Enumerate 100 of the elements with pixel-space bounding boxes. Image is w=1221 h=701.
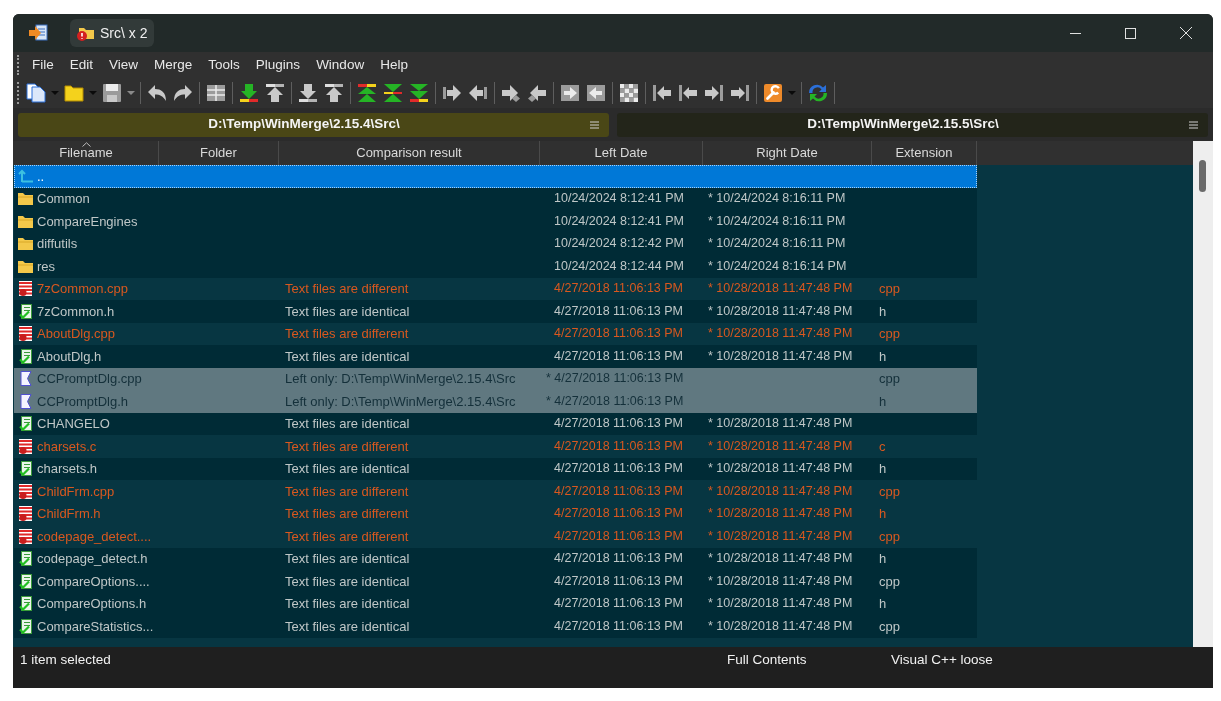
caret-down-icon (127, 91, 135, 95)
right-arrow-icon (704, 83, 724, 103)
menu-icon[interactable] (590, 120, 599, 129)
maximize-icon (1125, 27, 1136, 39)
close-icon (1179, 27, 1192, 39)
redo-arrow-icon (173, 83, 193, 103)
right-date-cell: * 10/28/2018 11:47:48 PM (708, 303, 853, 318)
right-date-cell: * 10/28/2018 11:47:48 PM (708, 528, 853, 543)
file-name: CHANGELO (37, 415, 110, 433)
file-row[interactable]: CompareOptions.h Text files are identical 4/27/2018 11:06:13 PM * 10/28/2018 11:47:48 PM h (14, 592, 977, 615)
document-check-icon (19, 573, 32, 589)
result-cell: Text files are identical (285, 303, 410, 319)
file-name: CCPromptDlg.cpp (37, 370, 142, 388)
file-row[interactable]: charsets.h Text files are identical 4/27/2018 11:06:13 PM * 10/28/2018 11:47:48 PM h (14, 457, 977, 480)
extension-cell: h (879, 551, 887, 566)
file-name: CompareStatistics... (37, 617, 154, 636)
file-name: AboutDlg.cpp (37, 325, 116, 343)
extension-cell: h (879, 596, 887, 611)
up-arrow-icon (265, 83, 285, 103)
right-date-cell: * 10/28/2018 11:47:48 PM (708, 483, 853, 498)
extension-cell: cpp (879, 281, 900, 296)
extension-cell: cpp (879, 371, 900, 386)
file-row[interactable]: 7zCommon.h Text files are identical 4/27/2018 11:06:13 PM * 10/28/2018 11:47:48 PM h (14, 300, 977, 323)
left-arrow-icon (468, 83, 488, 103)
left-arrow-icon (652, 83, 672, 103)
left-date-cell: 10/24/2024 8:12:41 PM (554, 191, 684, 206)
file-row[interactable]: .. (14, 165, 977, 188)
app-logo-icon (29, 24, 48, 42)
path-text: D:\Temp\WinMerge\2.15.5\Src\ (806, 115, 1000, 134)
result-cell: Left only: D:\Temp\WinMerge\2.15.4\Src (285, 393, 516, 409)
document-tab[interactable]: Src\ x 2 (70, 19, 155, 47)
left-date-cell: 4/27/2018 11:06:13 PM (554, 438, 684, 453)
menu-item[interactable]: Plugins (247, 53, 309, 77)
file-row[interactable]: AboutDlg.h Text files are identical 4/27/2018 11:06:13 PM * 10/28/2018 11:47:48 PM h (14, 345, 977, 368)
left-date-cell: 4/27/2018 11:06:13 PM (554, 596, 684, 611)
right-date-cell: * 10/28/2018 11:47:48 PM (708, 281, 853, 296)
file-name: codepage_detect.... (37, 527, 152, 546)
result-cell: Text files are different (285, 528, 409, 544)
file-row[interactable]: CompareOptions.... Text files are identical 4/27/2018 11:06:13 PM * 10/28/2018 11:47:48 PM cpp (14, 570, 977, 593)
left-date-cell: 4/27/2018 11:06:13 PM (554, 551, 684, 566)
right-date-cell: * 10/28/2018 11:47:48 PM (708, 506, 853, 521)
menu-item[interactable]: File (24, 53, 62, 77)
scrollbar[interactable] (1193, 141, 1213, 647)
result-cell: Left only: D:\Temp\WinMerge\2.15.4\Src (285, 371, 516, 386)
down-arrow-icon (239, 83, 259, 103)
right-date-cell: * 10/28/2018 11:47:48 PM (708, 348, 853, 363)
folder-icon (18, 237, 33, 251)
notched-page-icon (19, 371, 32, 387)
right-date-cell: * 10/28/2018 11:47:48 PM (708, 618, 853, 633)
right-date-cell: * 10/24/2024 8:16:11 PM (708, 236, 846, 251)
left-date-cell: 4/27/2018 11:06:13 PM (554, 528, 684, 543)
up-arrow-icon (324, 83, 344, 103)
document-check-icon (19, 551, 32, 567)
striped-document-icon (19, 438, 32, 454)
file-row[interactable]: res 10/24/2024 8:12:44 PM * 10/24/2024 8:16:14 PM (14, 255, 977, 278)
toolbar-button[interactable] (23, 80, 49, 106)
folder-icon (18, 192, 33, 206)
result-cell: Text files are different (285, 438, 409, 454)
file-row[interactable]: CompareEngines 10/24/2024 8:12:41 PM * 10/24/2024 8:16:11 PM (14, 210, 977, 233)
file-row[interactable]: codepage_detect.h Text files are identical 4/27/2018 11:06:13 PM * 10/28/2018 11:47:48 PM h (14, 547, 977, 570)
result-cell: Text files are identical (285, 348, 410, 364)
extension-cell: h (879, 348, 887, 364)
result-cell: Text files are different (285, 483, 409, 499)
left-date-cell: 4/27/2018 11:06:13 PM (554, 506, 684, 521)
file-name: charsets.c (37, 437, 97, 456)
right-date-cell: * 10/24/2024 8:16:14 PM (708, 258, 847, 273)
menu-item[interactable]: Window (308, 53, 373, 77)
double-up-arrow-icon (357, 83, 377, 103)
file-name: 7zCommon.cpp (37, 280, 129, 298)
result-cell: Text files are identical (285, 596, 410, 611)
right-date-cell: * 10/28/2018 11:47:48 PM (708, 573, 853, 588)
caret-down-icon (51, 91, 59, 95)
file-row[interactable]: diffutils 10/24/2024 8:12:42 PM * 10/24/2024 8:16:11 PM (14, 232, 977, 255)
menu-icon[interactable] (1189, 120, 1198, 129)
right-arrow-icon (501, 83, 521, 103)
scrollbar-thumb[interactable] (1199, 160, 1206, 192)
file-row[interactable]: CHANGELO Text files are identical 4/27/2018 11:06:13 PM * 10/28/2018 11:47:48 PM (14, 412, 977, 435)
up-arrow-icon (18, 169, 33, 184)
right-arrow-icon (442, 83, 462, 103)
left-date-cell: 10/24/2024 8:12:44 PM (554, 258, 684, 273)
file-name: CompareOptions.... (37, 572, 150, 591)
menu-item[interactable]: View (101, 53, 147, 77)
menu-item[interactable]: Edit (61, 53, 102, 77)
menu-item[interactable]: Merge (146, 53, 201, 77)
caret-down-icon (788, 91, 796, 95)
file-name: ChildFrm.cpp (37, 482, 115, 501)
file-row[interactable]: CompareStatistics... Text files are identical 4/27/2018 11:06:13 PM * 10/28/2018 11:47:48 PM cpp (14, 615, 977, 638)
double-down-arrow-icon (409, 83, 429, 103)
result-cell: Text files are identical (285, 551, 410, 566)
result-cell: Text files are identical (285, 618, 410, 634)
left-arrow-icon (678, 83, 698, 103)
file-row[interactable]: Common 10/24/2024 8:12:41 PM * 10/24/2024 8:16:11 PM (14, 187, 977, 210)
status-text: 1 item selected (20, 651, 112, 669)
document-check-icon (19, 596, 32, 612)
converging-arrows-icon (383, 83, 403, 103)
right-date-cell: * 10/28/2018 11:47:48 PM (708, 596, 853, 611)
file-name: charsets.h (37, 460, 97, 478)
menu-item[interactable]: Tools (200, 53, 248, 77)
right-date-cell: * 10/28/2018 11:47:48 PM (708, 461, 853, 476)
menu-item[interactable]: Help (372, 53, 416, 77)
